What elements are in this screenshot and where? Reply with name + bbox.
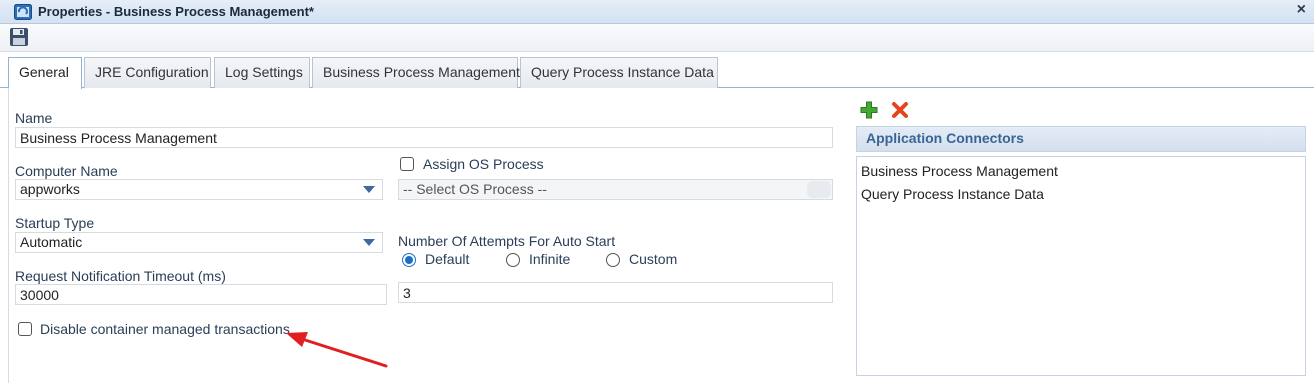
timeout-input[interactable] [15,284,387,305]
application-connectors-list: Business Process Management Query Proces… [856,156,1306,376]
tab-business-process-management[interactable]: Business Process Management [312,57,520,88]
list-item[interactable]: Business Process Management [861,163,1058,179]
timeout-label: Request Notification Timeout (ms) [15,268,226,284]
assign-os-process-label: Assign OS Process [423,156,544,172]
computer-name-value: appworks [20,181,80,197]
tab-bar: General JRE Configuration Log Settings B… [0,52,1314,89]
app-window-icon [14,4,32,20]
window-titlebar: Properties - Business Process Management… [0,0,1314,24]
auto-start-attempts-input[interactable] [398,282,833,303]
tab-jre-configuration[interactable]: JRE Configuration [84,57,211,88]
list-item[interactable]: Query Process Instance Data [861,186,1044,202]
chevron-down-icon[interactable] [360,182,378,197]
assign-os-process-checkbox[interactable] [400,157,414,171]
tab-log-settings[interactable]: Log Settings [214,57,310,88]
disable-cmt-label: Disable container managed transactions [40,321,290,337]
chevron-down-icon[interactable] [360,235,378,250]
radio-infinite[interactable] [506,253,520,267]
close-icon[interactable]: × [1297,1,1306,19]
tab-query-process-instance-data[interactable]: Query Process Instance Data [520,57,718,88]
radio-default[interactable] [402,253,416,267]
radio-custom-label: Custom [629,251,678,267]
startup-type-value: Automatic [20,234,83,250]
tab-general[interactable]: General [8,57,82,89]
application-connectors-panel: Application Connectors Business Process … [856,96,1306,383]
window-title: Properties - Business Process Management… [38,4,314,19]
radio-custom[interactable] [606,253,620,267]
name-label: Name [15,110,53,126]
radio-infinite-label: Infinite [529,251,571,267]
toolbar [0,24,1314,52]
add-icon[interactable] [860,101,878,119]
application-connectors-header: Application Connectors [856,126,1306,152]
delete-icon[interactable] [891,101,909,119]
os-process-select[interactable]: -- Select OS Process -- [398,179,833,200]
startup-type-select[interactable]: Automatic [15,232,383,253]
save-icon[interactable] [9,27,29,47]
startup-type-label: Startup Type [15,215,95,231]
os-process-placeholder: -- Select OS Process -- [403,181,547,197]
radio-default-label: Default [425,251,470,267]
computer-name-select[interactable]: appworks [15,179,383,200]
general-form: Name Computer Name appworks Assign OS Pr… [8,88,840,383]
disable-cmt-checkbox[interactable] [18,322,32,336]
os-process-dropdown-button[interactable] [807,181,831,198]
auto-start-attempts-label: Number Of Attempts For Auto Start [398,233,616,249]
computer-name-label: Computer Name [15,163,118,179]
name-input[interactable] [15,127,833,148]
